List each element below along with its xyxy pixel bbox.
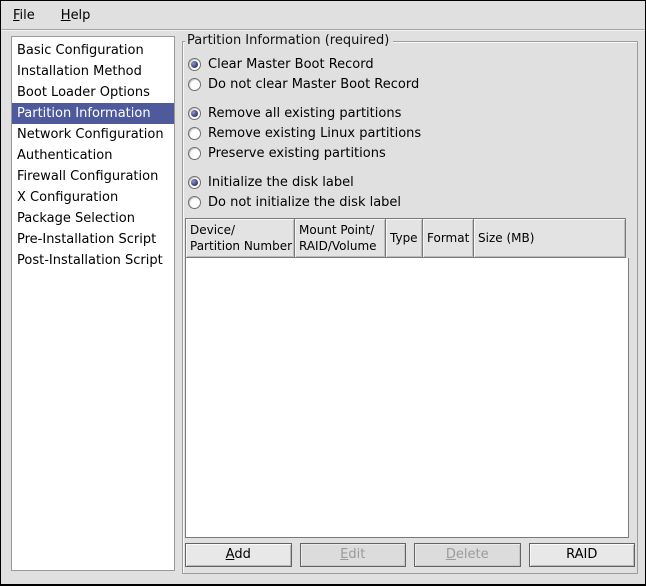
menu-help-label: elp <box>71 8 91 23</box>
add-button-label: dd <box>234 547 251 562</box>
menu-item-file[interactable]: File <box>7 5 41 26</box>
raid-button-label: RAID <box>566 547 597 562</box>
sidebar-item-installation-method[interactable]: Installation Method <box>12 61 174 82</box>
radio-icon[interactable] <box>188 78 201 91</box>
radio-init-disk-label-label: Initialize the disk label <box>208 175 354 190</box>
radio-no-init-disk-label[interactable]: Do not initialize the disk label <box>188 193 637 212</box>
radio-no-clear-mbr-label: Do not clear Master Boot Record <box>208 77 419 92</box>
radio-preserve-partitions[interactable]: Preserve existing partitions <box>188 144 637 163</box>
column-header-size-line1: Size (MB) <box>478 230 623 246</box>
sidebar-item-post-installation-script[interactable]: Post-Installation Script <box>12 250 174 271</box>
radio-remove-all-partitions-label: Remove all existing partitions <box>208 106 401 121</box>
sidebar-item-boot-loader-options[interactable]: Boot Loader Options <box>12 82 174 103</box>
sidebar-item-authentication[interactable]: Authentication <box>12 145 174 166</box>
column-header-device-line1: Device/ <box>190 222 292 238</box>
radio-clear-mbr[interactable]: Clear Master Boot Record <box>188 55 637 74</box>
radio-icon[interactable] <box>188 196 201 209</box>
sidebar-item-network-configuration[interactable]: Network Configuration <box>12 124 174 145</box>
radio-remove-linux-partitions[interactable]: Remove existing Linux partitions <box>188 124 637 143</box>
delete-button: Delete <box>414 543 521 567</box>
radio-init-disk-label[interactable]: Initialize the disk label <box>188 173 637 192</box>
radio-icon[interactable] <box>188 176 201 189</box>
add-button[interactable]: Add <box>185 543 292 567</box>
radio-icon[interactable] <box>188 107 201 120</box>
partition-table-body[interactable] <box>185 258 629 538</box>
menu-bar: File Help <box>1 1 645 30</box>
sidebar-item-x-configuration[interactable]: X Configuration <box>12 187 174 208</box>
radio-icon[interactable] <box>188 58 201 71</box>
sidebar-item-basic-configuration[interactable]: Basic Configuration <box>12 40 174 61</box>
frame-title: Partition Information (required) <box>185 33 393 48</box>
sidebar-item-firewall-configuration[interactable]: Firewall Configuration <box>12 166 174 187</box>
edit-button-label: dit <box>348 547 365 562</box>
raid-button[interactable]: RAID <box>529 543 636 567</box>
sidebar-item-pre-installation-script[interactable]: Pre-Installation Script <box>12 229 174 250</box>
partition-table: Device/ Partition Number Mount Point/ RA… <box>185 218 629 538</box>
partition-table-header: Device/ Partition Number Mount Point/ RA… <box>185 218 629 258</box>
radio-remove-all-partitions[interactable]: Remove all existing partitions <box>188 104 637 123</box>
radio-remove-linux-partitions-label: Remove existing Linux partitions <box>208 126 421 141</box>
sidebar-item-package-selection[interactable]: Package Selection <box>12 208 174 229</box>
column-header-mount-point[interactable]: Mount Point/ RAID/Volume <box>294 218 386 258</box>
radio-no-init-disk-label-label: Do not initialize the disk label <box>208 195 401 210</box>
column-header-size[interactable]: Size (MB) <box>473 218 626 258</box>
column-header-mount-line1: Mount Point/ <box>299 222 383 238</box>
app-window: File Help Basic Configuration Installati… <box>0 0 646 586</box>
delete-button-label: elete <box>456 547 489 562</box>
sidebar-list: Basic Configuration Installation Method … <box>11 36 175 571</box>
column-header-type-line1: Type <box>390 230 420 246</box>
column-header-type[interactable]: Type <box>385 218 423 258</box>
menu-file-label: ile <box>20 8 35 23</box>
column-header-format-line1: Format <box>427 230 471 246</box>
menu-help-mnemonic: H <box>61 8 71 23</box>
radio-icon[interactable] <box>188 127 201 140</box>
column-header-device-line2: Partition Number <box>190 238 292 254</box>
edit-button: Edit <box>300 543 407 567</box>
menu-item-help[interactable]: Help <box>55 5 97 26</box>
radio-icon[interactable] <box>188 147 201 160</box>
sidebar-item-partition-information[interactable]: Partition Information <box>12 103 174 124</box>
partition-information-frame: Partition Information (required) Clear M… <box>182 41 638 574</box>
column-header-device[interactable]: Device/ Partition Number <box>185 218 295 258</box>
partition-button-row: Add Edit Delete RAID <box>185 543 635 567</box>
column-header-mount-line2: RAID/Volume <box>299 238 383 254</box>
column-header-format[interactable]: Format <box>422 218 474 258</box>
delete-button-mnemonic: D <box>446 547 456 562</box>
radio-preserve-partitions-label: Preserve existing partitions <box>208 146 386 161</box>
radio-clear-mbr-label: Clear Master Boot Record <box>208 57 374 72</box>
radio-no-clear-mbr[interactable]: Do not clear Master Boot Record <box>188 75 637 94</box>
